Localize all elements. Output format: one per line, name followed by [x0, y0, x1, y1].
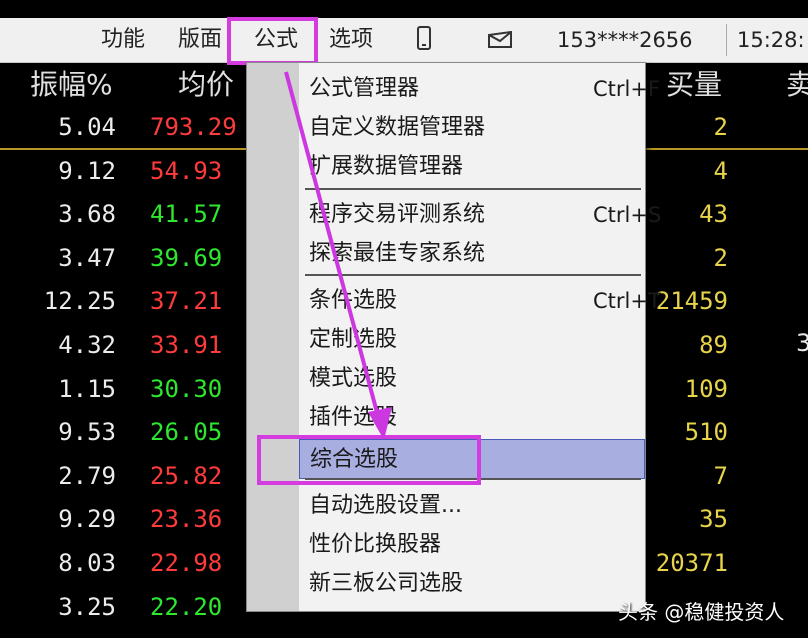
watermark: 头条 @稳健投资人 [618, 600, 785, 624]
annotation-arrow [284, 71, 392, 440]
